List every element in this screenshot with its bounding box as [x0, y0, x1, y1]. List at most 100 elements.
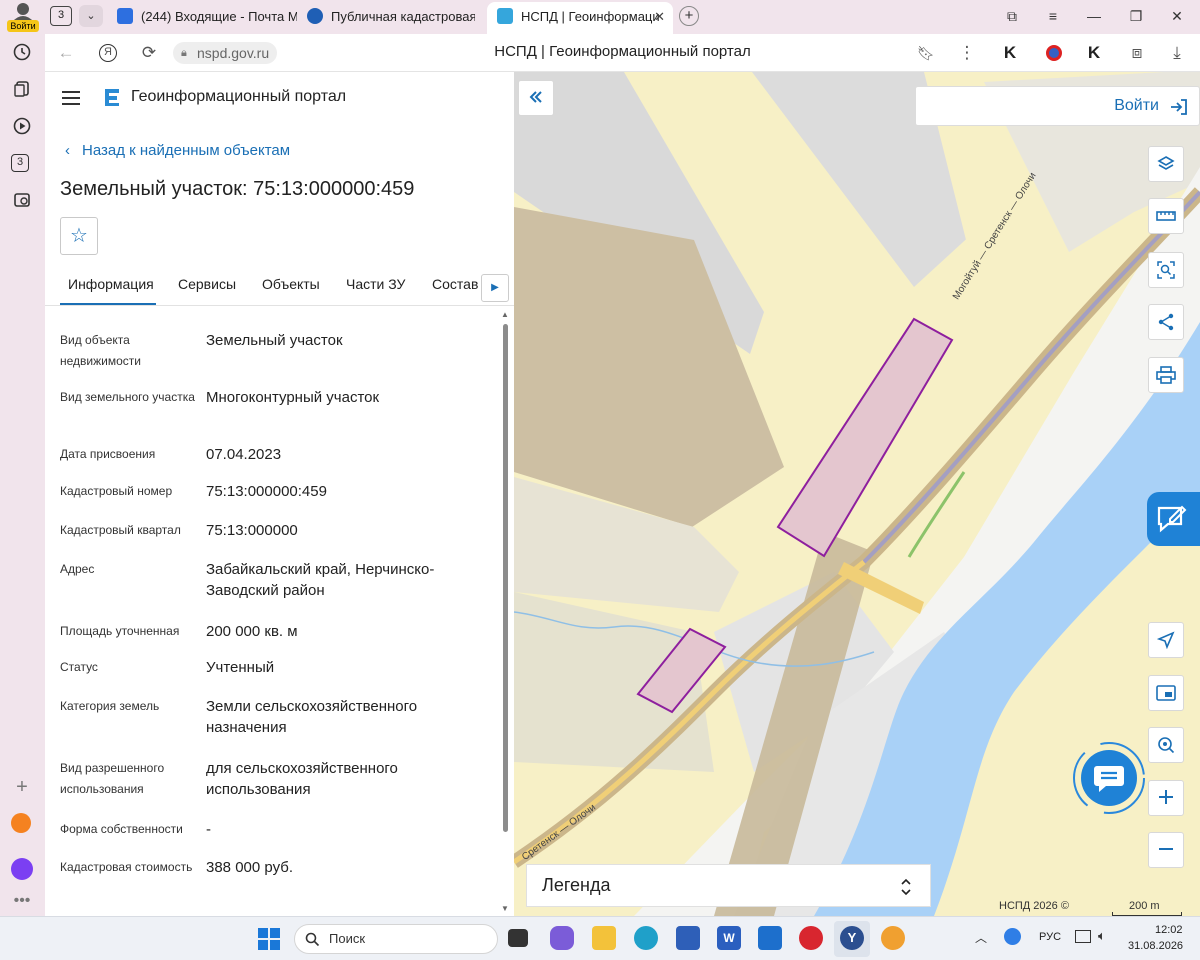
- back-arrow-icon[interactable]: ←: [55, 42, 77, 64]
- more-options-icon[interactable]: ⋮: [956, 42, 978, 64]
- windows-icon: [258, 928, 280, 950]
- chat-assistant-button[interactable]: [1071, 740, 1147, 816]
- bookmark-icon[interactable]: 🔖︎: [915, 42, 937, 64]
- yandex-browser-icon[interactable]: Y: [840, 926, 864, 950]
- new-tab-icon[interactable]: +: [679, 6, 699, 26]
- app-orange-icon[interactable]: [881, 926, 905, 950]
- start-button[interactable]: [258, 928, 280, 950]
- layers-button[interactable]: [1148, 146, 1184, 182]
- url-text: nspd.gov.ru: [197, 45, 270, 61]
- ruler-button[interactable]: [1148, 198, 1184, 234]
- yandex-icon[interactable]: Я: [97, 42, 119, 64]
- reload-icon[interactable]: ⟳: [138, 42, 160, 64]
- map-view[interactable]: Могойтуй — Сретенск — Олочи Сретенск — О…: [514, 72, 1200, 916]
- zoom-out-button[interactable]: [1148, 832, 1184, 868]
- property-label: Площадь уточненная: [60, 624, 180, 638]
- portal-name[interactable]: Геоинформационный портал: [131, 88, 346, 106]
- map-attribution: НСПД 2026 ©: [999, 900, 1069, 912]
- favorite-button[interactable]: ☆: [60, 217, 98, 255]
- minimize-icon[interactable]: —: [1082, 6, 1106, 26]
- close-tab-icon[interactable]: ✕: [654, 2, 665, 32]
- tab-cadastral-map[interactable]: Публичная кадастровая к: [307, 4, 475, 30]
- scroll-thumb[interactable]: [503, 324, 508, 832]
- share-icon: [1158, 313, 1174, 331]
- scroll-up-icon[interactable]: ▲: [501, 310, 509, 319]
- input-language[interactable]: РУС: [1039, 931, 1061, 943]
- bookmark-panel-icon[interactable]: ⧉: [1000, 6, 1024, 26]
- address-bar: ← Я ⟳ 🔒︎ nspd.gov.ru НСПД | Геоинформаци…: [45, 34, 1200, 72]
- history-icon[interactable]: [11, 43, 33, 65]
- plus-icon: [1159, 790, 1173, 804]
- profile-avatar[interactable]: Войти: [7, 2, 39, 32]
- share-button[interactable]: [1148, 304, 1184, 340]
- property-value: Земельный участок: [206, 332, 343, 349]
- property-label: Вид разрешенного использования: [60, 761, 165, 796]
- back-to-results-link[interactable]: ‹ Назад к найденным объектам: [65, 142, 290, 159]
- close-window-icon[interactable]: ✕: [1165, 6, 1189, 26]
- location-search-button[interactable]: [1148, 727, 1184, 763]
- scroll-down-icon[interactable]: ▼: [501, 904, 509, 913]
- extension-shield-icon[interactable]: [1043, 42, 1065, 64]
- clock-time[interactable]: 12:02: [1155, 924, 1183, 936]
- download-icon[interactable]: ⤓: [1166, 42, 1188, 64]
- tab-mail[interactable]: (244) Входящие - Почта М: [117, 4, 297, 30]
- print-button[interactable]: [1148, 357, 1184, 393]
- volume-icon[interactable]: 🔈︎: [1098, 928, 1106, 944]
- alice-icon[interactable]: [11, 858, 33, 880]
- task-view-icon[interactable]: [508, 929, 528, 947]
- area-search-button[interactable]: [1148, 252, 1184, 288]
- minimap-button[interactable]: [1148, 675, 1184, 711]
- url-field[interactable]: 🔒︎ nspd.gov.ru: [173, 42, 278, 64]
- tab-services[interactable]: Сервисы: [178, 276, 236, 292]
- store-icon[interactable]: [676, 926, 700, 950]
- feedback-button[interactable]: [1147, 492, 1200, 546]
- property-label: Кадастровый квартал: [60, 523, 181, 537]
- collapse-panel-button[interactable]: [518, 80, 554, 116]
- tab-information[interactable]: Информация: [68, 276, 154, 292]
- mail-app-icon[interactable]: [11, 813, 33, 835]
- video-icon[interactable]: [11, 117, 33, 139]
- network-globe-icon[interactable]: [1004, 928, 1021, 945]
- outlook-icon[interactable]: [758, 926, 782, 950]
- collections-icon[interactable]: [11, 80, 33, 102]
- copilot-icon[interactable]: [550, 926, 574, 950]
- tab-list-chevron-icon[interactable]: ⌄: [79, 5, 103, 27]
- property-value: -: [206, 821, 211, 838]
- geolocation-button[interactable]: [1148, 622, 1184, 658]
- show-hidden-icons-chevron-icon[interactable]: ︿: [975, 929, 987, 946]
- layers-icon: [1157, 156, 1175, 170]
- sidebar-badge-icon[interactable]: 3: [11, 154, 33, 176]
- monitor-icon[interactable]: [1075, 930, 1091, 943]
- lock-icon: 🔒︎: [181, 47, 187, 59]
- panel-scrollbar[interactable]: ▲ ▼: [500, 310, 510, 916]
- property-value: для сельскохозяйственного использования: [206, 760, 398, 798]
- legend-panel[interactable]: Легенда: [526, 864, 931, 907]
- file-explorer-icon[interactable]: [592, 926, 616, 950]
- opera-icon[interactable]: [799, 926, 823, 950]
- tab-objects[interactable]: Объекты: [262, 276, 320, 292]
- word-icon[interactable]: W: [717, 926, 741, 950]
- property-value: 07.04.2023: [206, 446, 282, 463]
- location-search-icon: [1158, 737, 1175, 754]
- tab-count-button[interactable]: 3: [50, 6, 72, 26]
- home-icon: [307, 8, 323, 24]
- menu-icon[interactable]: ≡: [1041, 6, 1065, 26]
- tab-parcel-parts[interactable]: Части ЗУ: [346, 276, 405, 292]
- hamburger-menu-icon[interactable]: [62, 91, 80, 105]
- zoom-in-button[interactable]: [1148, 780, 1184, 816]
- extension-k1-icon[interactable]: K: [999, 42, 1021, 64]
- extension-k2-icon[interactable]: K: [1083, 42, 1105, 64]
- clock-date[interactable]: 31.08.2026: [1128, 940, 1183, 952]
- screenshot-icon[interactable]: [11, 191, 33, 213]
- more-icon[interactable]: •••: [11, 890, 33, 912]
- tabs-scroll-right-icon[interactable]: ▶: [481, 274, 509, 302]
- taskbar-search[interactable]: Поиск: [294, 924, 498, 954]
- extensions-icon[interactable]: ⧈: [1126, 42, 1148, 64]
- restore-icon[interactable]: ❐: [1124, 6, 1148, 26]
- property-value: 388 000 руб.: [206, 859, 293, 876]
- tab-nspd[interactable]: НСПД | Геоинформаци ✕: [487, 2, 673, 34]
- add-panel-icon[interactable]: +: [11, 776, 33, 798]
- edge-icon[interactable]: [634, 926, 658, 950]
- login-button[interactable]: Войти: [915, 86, 1200, 126]
- tab-composition[interactable]: Состав: [432, 276, 478, 292]
